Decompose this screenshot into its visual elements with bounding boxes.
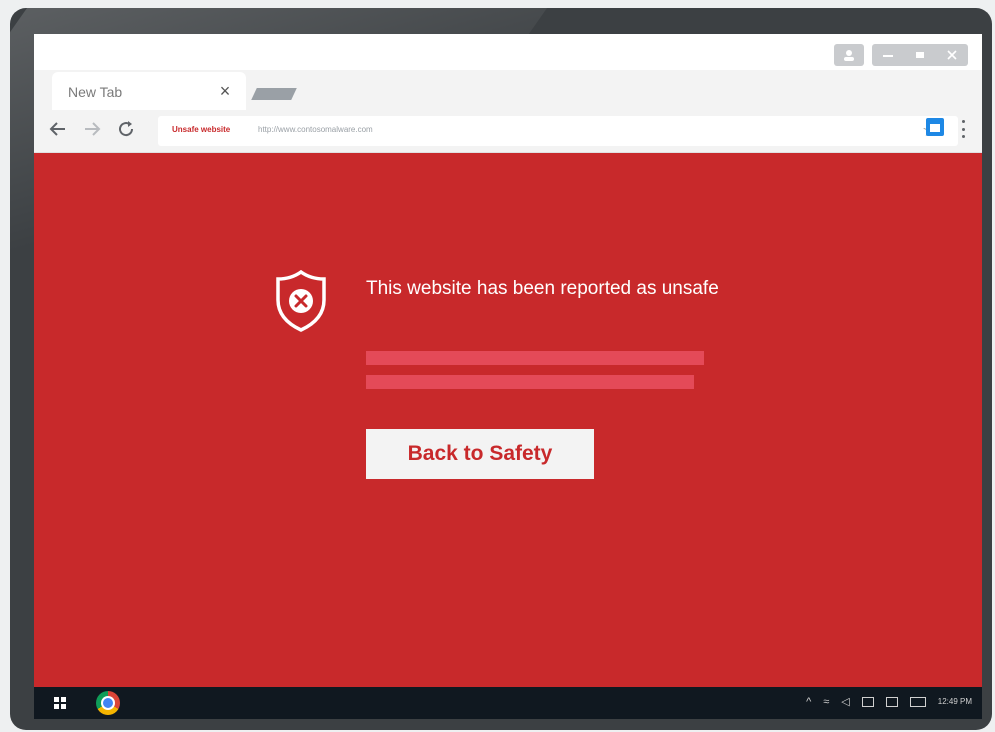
taskbar-clock[interactable]: 12:49 PM xyxy=(938,697,972,706)
minimize-icon[interactable] xyxy=(872,44,904,66)
back-to-safety-button[interactable]: Back to Safety xyxy=(366,429,594,479)
browser-toolbar: Unsafe website http://www.contosomalware… xyxy=(34,110,982,153)
address-bar[interactable]: Unsafe website http://www.contosomalware… xyxy=(158,116,958,146)
back-arrow-icon[interactable] xyxy=(46,118,70,142)
battery-icon[interactable] xyxy=(861,696,874,707)
tab-new-tab[interactable]: New Tab × xyxy=(52,72,246,110)
user-profile-icon[interactable] xyxy=(834,44,864,66)
taskbar: ^ ≈ ◁ 12:49 PM xyxy=(34,687,982,719)
system-tray: ^ ≈ ◁ 12:49 PM xyxy=(806,695,972,709)
close-window-icon[interactable] xyxy=(936,44,968,66)
maximize-icon[interactable] xyxy=(904,44,936,66)
tab-title: New Tab xyxy=(68,84,123,100)
tablet-device-frame: New Tab × Unsafe website http://www.cont… xyxy=(10,8,992,730)
windows-start-icon[interactable] xyxy=(54,697,66,709)
window-controls xyxy=(834,44,968,66)
url-text: http://www.contosomalware.com xyxy=(258,125,373,134)
redacted-text-line-2 xyxy=(366,375,694,389)
warning-message: This website has been reported as unsafe xyxy=(366,278,719,299)
keyboard-icon[interactable] xyxy=(909,696,926,707)
screen: New Tab × Unsafe website http://www.cont… xyxy=(34,34,982,719)
volume-icon[interactable]: ◁ xyxy=(841,695,849,708)
redacted-text-line-1 xyxy=(366,351,704,365)
notification-icon[interactable] xyxy=(885,696,898,707)
network-icon[interactable]: ≈ xyxy=(823,696,829,708)
unsafe-website-label: Unsafe website xyxy=(172,125,231,134)
browser-menu-icon[interactable] xyxy=(962,120,966,138)
forward-arrow-icon[interactable] xyxy=(80,118,104,142)
tab-close-icon[interactable]: × xyxy=(214,80,236,102)
reload-icon[interactable] xyxy=(114,118,138,142)
chevron-up-icon[interactable]: ^ xyxy=(806,696,811,708)
extension-icon[interactable] xyxy=(926,118,944,136)
new-tab-button[interactable] xyxy=(251,88,297,100)
shield-x-icon xyxy=(274,269,328,332)
chrome-app-icon[interactable] xyxy=(96,691,120,715)
browser-titlebar: New Tab × xyxy=(34,34,982,110)
window-button-group xyxy=(872,44,968,66)
